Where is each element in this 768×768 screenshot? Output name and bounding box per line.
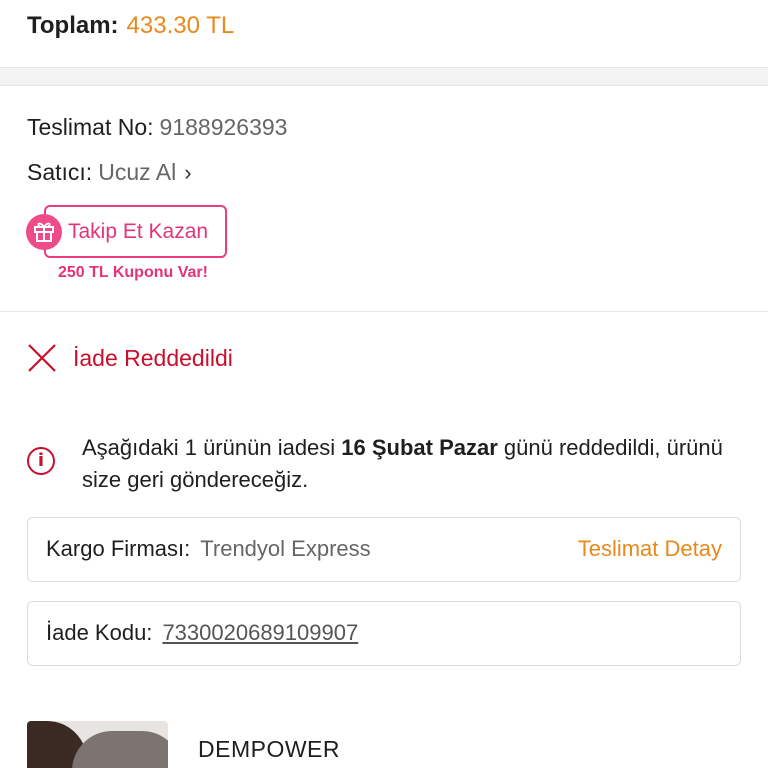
section-divider: [0, 68, 768, 86]
delivery-detail-link[interactable]: Teslimat Detay: [578, 536, 722, 562]
return-code-value[interactable]: 7330020689109907: [162, 620, 358, 646]
seller-name[interactable]: Ucuz Al: [98, 159, 176, 186]
order-total-card: Toplam: 433.30 TL: [0, 0, 768, 68]
message-date: 16 Şubat Pazar: [341, 435, 498, 460]
return-status-section: İade Reddedildi i Aşağıdaki 1 ürünün iad…: [0, 312, 768, 768]
delivery-number-value: 9188926393: [159, 114, 288, 140]
product-image[interactable]: [27, 721, 168, 768]
seller-link[interactable]: Satıcı: Ucuz Al ›: [27, 159, 192, 186]
product-item[interactable]: DEMPOWER: [27, 721, 741, 768]
follow-earn-label[interactable]: Takip Et Kazan: [68, 220, 208, 244]
cargo-label: Kargo Firması:: [46, 536, 191, 561]
product-brand: DEMPOWER: [198, 736, 340, 762]
cargo-company-box: Kargo Firması: Trendyol Express Teslimat…: [27, 517, 741, 582]
cargo-value: Trendyol Express: [200, 536, 371, 561]
gift-icon: [26, 214, 62, 250]
seller-label: Satıcı:: [27, 159, 93, 185]
delivery-number-label: Teslimat No:: [27, 114, 154, 140]
delivery-number: Teslimat No: 9188926393: [27, 114, 287, 141]
close-x-icon: [28, 344, 56, 372]
return-info-text: Aşağıdaki 1 ürünün iadesi 16 Şubat Pazar…: [82, 432, 732, 496]
message-part-1: Aşağıdaki 1 ürünün iadesi: [82, 435, 342, 460]
return-status-title: İade Reddedildi: [73, 344, 233, 371]
total-label: Toplam:: [27, 12, 119, 39]
return-code-label: İade Kodu:: [46, 620, 153, 645]
follow-earn-button[interactable]: Takip Et Kazan: [26, 205, 228, 259]
follow-earn-button-frame[interactable]: Takip Et Kazan: [44, 205, 227, 258]
return-code-box: İade Kodu: 7330020689109907: [27, 601, 741, 666]
return-status-header: İade Reddedildi: [27, 343, 233, 373]
total-value: 433.30 TL: [126, 12, 235, 39]
delivery-card: Teslimat No: 9188926393 Satıcı: Ucuz Al …: [0, 86, 768, 312]
coupon-note: 250 TL Kuponu Var!: [58, 264, 208, 281]
cargo-company-row: Kargo Firması: Trendyol Express: [46, 536, 371, 562]
product-image-detail: [72, 731, 168, 768]
info-alert-icon: i: [27, 447, 55, 475]
chevron-right-icon: ›: [184, 159, 192, 185]
return-code-row: İade Kodu: 7330020689109907: [46, 620, 358, 646]
order-total: Toplam: 433.30 TL: [27, 12, 234, 40]
